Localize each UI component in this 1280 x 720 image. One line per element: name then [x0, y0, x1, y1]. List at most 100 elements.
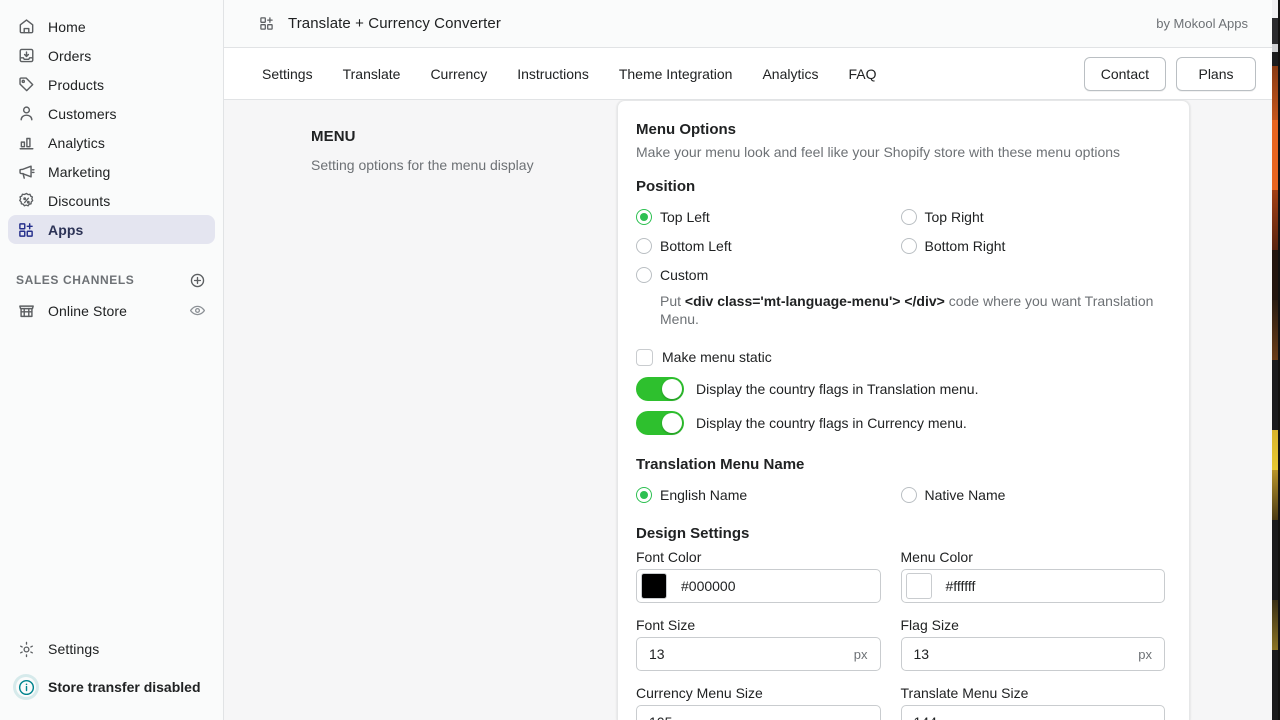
- radio-english-name[interactable]: English Name: [636, 480, 901, 509]
- tab-currency[interactable]: Currency: [416, 60, 501, 88]
- app-tab-bar: Settings Translate Currency Instructions…: [224, 48, 1280, 100]
- tab-settings[interactable]: Settings: [248, 60, 327, 88]
- radio-position-custom[interactable]: Custom: [636, 260, 901, 289]
- sidebar-item-settings[interactable]: Settings: [8, 632, 215, 666]
- sidebar-section-sales-channels: SALES CHANNELS: [8, 266, 215, 294]
- sidebar-item-label: Online Store: [48, 302, 128, 319]
- tab-theme-integration[interactable]: Theme Integration: [605, 60, 747, 88]
- flag-size-input[interactable]: 13 px: [900, 637, 1165, 671]
- shopify-admin-window: Home Orders Products Customers Analytics…: [0, 0, 1280, 720]
- sidebar-item-online-store[interactable]: Online Store: [8, 296, 215, 325]
- sidebar-item-label: Orders: [48, 47, 92, 64]
- eye-view-icon[interactable]: [187, 301, 207, 321]
- sidebar-item-home[interactable]: Home: [8, 12, 215, 41]
- sidebar-item-products[interactable]: Products: [8, 70, 215, 99]
- font-size-value: 13: [649, 646, 665, 662]
- sidebar-item-discounts[interactable]: Discounts: [8, 186, 215, 215]
- background-window-sliver: [1272, 0, 1280, 720]
- font-size-unit: px: [853, 646, 868, 662]
- font-color-value: #000000: [681, 578, 736, 594]
- contact-button[interactable]: Contact: [1083, 56, 1166, 91]
- plans-button[interactable]: Plans: [1176, 56, 1256, 91]
- store-transfer-status-label: Store transfer disabled: [48, 679, 201, 695]
- design-row-sizes-1: Font Size 13 px Flag Size 13 px: [636, 603, 1165, 671]
- menu-color-swatch[interactable]: [905, 573, 932, 599]
- toggle-switch-on-icon: [636, 411, 684, 435]
- flag-size-label: Flag Size: [900, 617, 959, 633]
- tab-translate[interactable]: Translate: [329, 60, 415, 88]
- checkbox-make-menu-static[interactable]: Make menu static: [636, 342, 1165, 372]
- toggle-switch-on-icon: [636, 377, 684, 401]
- bar-chart-icon: [16, 133, 36, 153]
- translate-menu-size-value: 144: [902, 714, 1139, 720]
- translation-menu-name-title: Translation Menu Name: [636, 456, 805, 473]
- app-author: by Mokool Apps: [1156, 16, 1248, 31]
- sales-channels-heading: SALES CHANNELS: [16, 273, 135, 287]
- store-transfer-status[interactable]: Store transfer disabled: [8, 668, 215, 706]
- position-radio-row-1: Top Left Top Right: [636, 202, 1165, 231]
- storefront-icon: [16, 301, 36, 321]
- sidebar-item-label: Products: [48, 76, 105, 93]
- tab-instructions[interactable]: Instructions: [503, 60, 603, 88]
- sidebar-item-label: Marketing: [48, 163, 111, 180]
- translate-menu-size-input[interactable]: 144 px: [900, 705, 1165, 720]
- radio-indicator-icon: [636, 237, 652, 254]
- font-color-label: Font Color: [636, 549, 702, 565]
- radio-label: English Name: [660, 486, 748, 503]
- flag-size-unit: px: [1138, 646, 1152, 662]
- tab-faq[interactable]: FAQ: [834, 60, 890, 88]
- radio-label: Top Left: [660, 208, 710, 225]
- custom-hint-code: <div class='mt-language-menu'> </div>: [684, 293, 945, 309]
- radio-position-bottom-right[interactable]: Bottom Right: [900, 231, 1166, 260]
- customer-person-icon: [16, 104, 36, 124]
- checkbox-indicator-icon: [636, 348, 653, 366]
- menu-color-input[interactable]: #ffffff: [900, 569, 1165, 603]
- toggle-knob: [662, 413, 682, 433]
- font-color-input[interactable]: #000000: [636, 569, 881, 603]
- position-group-title: Position: [636, 178, 696, 195]
- sidebar-item-marketing[interactable]: Marketing: [8, 157, 215, 186]
- menu-section-title: MENU: [311, 128, 356, 145]
- font-size-label: Font Size: [636, 617, 696, 633]
- radio-position-top-right[interactable]: Top Right: [900, 202, 1166, 231]
- toggle-currency-flags[interactable]: Display the country flags in Currency me…: [636, 406, 1165, 440]
- radio-indicator-icon: [900, 237, 917, 254]
- currency-menu-size-input[interactable]: 105 px: [636, 705, 881, 720]
- sidebar-divider-spacer: [0, 244, 223, 260]
- sidebar-item-analytics[interactable]: Analytics: [8, 128, 215, 157]
- gear-icon: [16, 639, 36, 659]
- megaphone-icon: [16, 162, 36, 182]
- sidebar-item-orders[interactable]: Orders: [8, 41, 215, 70]
- menu-options-subtitle: Make your menu look and feel like your S…: [636, 144, 1121, 160]
- radio-label: Custom: [660, 266, 709, 283]
- menu-section-subtitle: Setting options for the menu display: [311, 157, 534, 173]
- checkbox-label: Make menu static: [662, 349, 772, 365]
- sidebar-footer: Settings Store transfer disabled: [0, 632, 223, 720]
- radio-native-name[interactable]: Native Name: [900, 480, 1166, 509]
- custom-hint-prefix: Put: [660, 293, 685, 309]
- sidebar-item-apps[interactable]: Apps: [8, 215, 215, 244]
- translate-menu-size-unit: px: [1138, 715, 1164, 720]
- sidebar-item-label: Home: [48, 18, 86, 35]
- sidebar-item-customers[interactable]: Customers: [8, 99, 215, 128]
- radio-position-top-left[interactable]: Top Left: [636, 202, 901, 231]
- toggle-translation-flags[interactable]: Display the country flags in Translation…: [636, 372, 1165, 406]
- sidebar-item-label: Settings: [48, 641, 100, 657]
- radio-label: Bottom Left: [660, 237, 732, 254]
- circle-plus-icon[interactable]: [187, 270, 207, 290]
- radio-indicator-icon: [636, 266, 652, 283]
- radio-label: Top Right: [924, 208, 984, 225]
- font-color-swatch[interactable]: [641, 573, 667, 599]
- info-circle-icon: [16, 677, 36, 697]
- orders-inbox-icon: [16, 46, 36, 66]
- radio-position-bottom-left[interactable]: Bottom Left: [636, 231, 901, 260]
- primary-sidebar: Home Orders Products Customers Analytics…: [0, 0, 224, 720]
- radio-indicator-icon: [900, 208, 917, 225]
- app-title-bar: Translate + Currency Converter by Mokool…: [224, 0, 1280, 48]
- currency-menu-size-label: Currency Menu Size: [636, 685, 763, 701]
- toggle-knob: [662, 379, 682, 399]
- tab-analytics[interactable]: Analytics: [748, 60, 832, 88]
- font-size-input[interactable]: 13 px: [636, 637, 881, 671]
- design-row-sizes-2: Currency Menu Size 105 px Translate Menu…: [636, 671, 1165, 720]
- home-icon: [16, 17, 36, 37]
